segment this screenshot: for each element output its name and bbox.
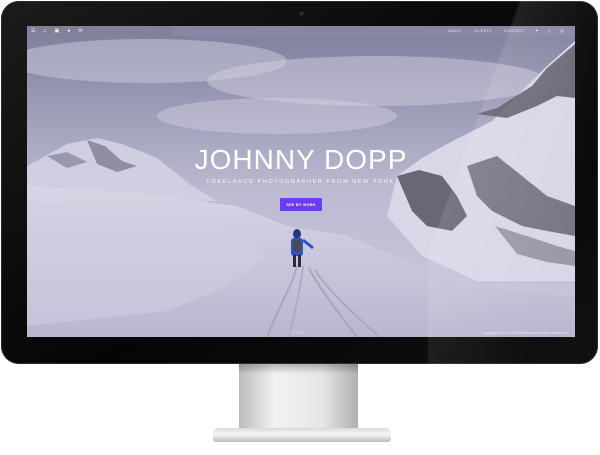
webcam — [299, 11, 304, 16]
see-my-work-button[interactable]: SEE MY WORK — [280, 198, 322, 211]
screen: ☰ ⌂ ▣ ● ✉ ABOUT CLIENTS CONTACT ✦ f ◎ JO… — [27, 26, 575, 337]
nav-link-contact[interactable]: CONTACT — [504, 29, 524, 33]
scroll-indicator[interactable]: SCROLL — [291, 331, 306, 335]
hero-subtitle: FREELANCE PHOTOGRAPHER FROM NEW YORK — [207, 179, 395, 185]
navbar-links: ABOUT CLIENTS CONTACT ✦ f ◎ — [442, 26, 575, 36]
nav-link-clients[interactable]: CLIENTS — [474, 29, 492, 33]
top-navbar: ☰ ⌂ ▣ ● ✉ ABOUT CLIENTS CONTACT ✦ f ◎ — [27, 26, 575, 36]
hero-title: JOHNNY DOPP — [194, 144, 408, 175]
user-icon[interactable]: ● — [67, 26, 70, 36]
monitor-stand-base — [213, 428, 391, 442]
instagram-icon[interactable]: ◎ — [560, 28, 564, 34]
briefcase-icon[interactable]: ▣ — [55, 26, 60, 36]
monitor-bezel: ☰ ⌂ ▣ ● ✉ ABOUT CLIENTS CONTACT ✦ f ◎ JO… — [1, 1, 598, 364]
monitor-stand-neck — [239, 364, 358, 434]
home-icon[interactable]: ⌂ — [43, 26, 46, 36]
navbar-icon-group: ☰ ⌂ ▣ ● ✉ — [27, 26, 172, 36]
menu-icon[interactable]: ☰ — [31, 26, 35, 36]
facebook-icon[interactable]: f — [549, 29, 550, 34]
mail-icon[interactable]: ✉ — [78, 26, 82, 36]
footer-copyright: Copyright © 2017-2018 PhiloDeMesa Templa… — [482, 331, 570, 335]
monitor-stand-shadow — [239, 364, 358, 374]
twitter-icon[interactable]: ✦ — [535, 28, 539, 34]
nav-link-about[interactable]: ABOUT — [448, 29, 462, 33]
